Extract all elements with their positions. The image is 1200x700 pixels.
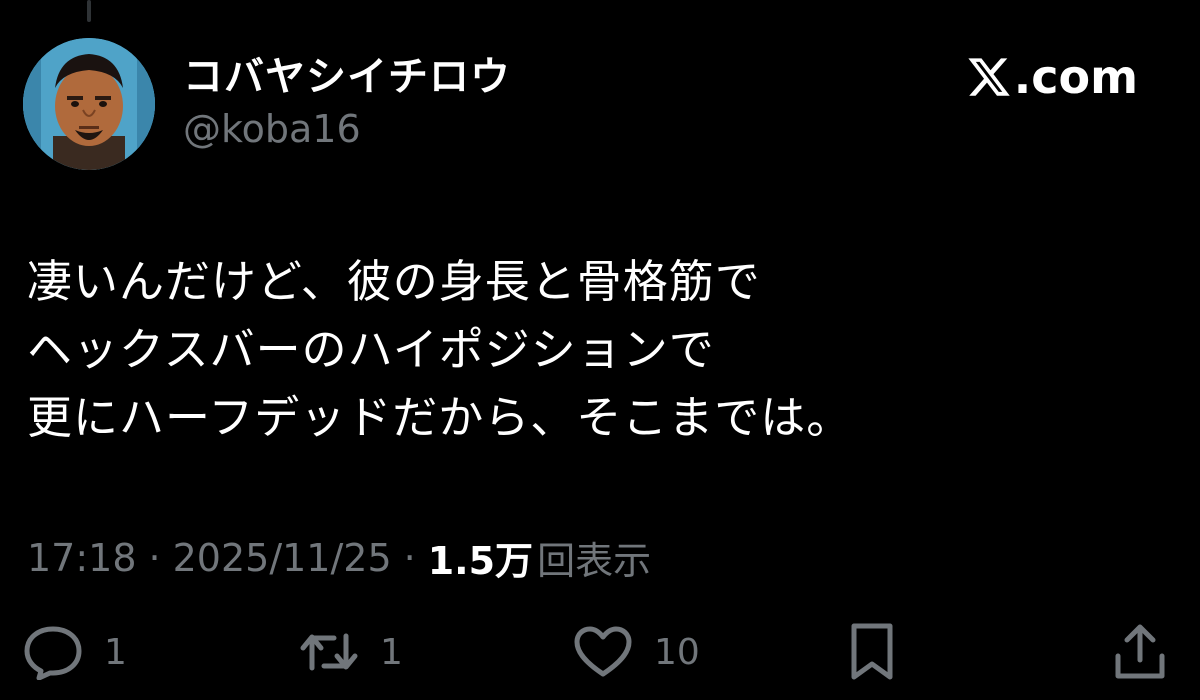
thread-connector-line bbox=[87, 0, 91, 22]
views-count: 1.5万 bbox=[427, 539, 534, 583]
repost-button[interactable]: 1 bbox=[298, 620, 403, 684]
repost-icon bbox=[300, 633, 358, 671]
tweet-time[interactable]: 17:18 bbox=[27, 536, 137, 580]
author-display-name[interactable]: コバヤシイチロウ bbox=[183, 44, 511, 102]
meta-separator: · bbox=[403, 535, 416, 580]
author-handle[interactable]: @koba16 bbox=[183, 107, 361, 151]
views-label: 回表示 bbox=[537, 539, 652, 583]
share-icon bbox=[1115, 624, 1165, 679]
reply-button[interactable]: 1 bbox=[22, 620, 127, 684]
tweet-body: 凄いんだけど、彼の身長と骨格筋で ヘックスバーのハイポジションで 更にハーフデッ… bbox=[27, 248, 1167, 452]
tweet-date[interactable]: 2025/11/25 bbox=[173, 536, 392, 580]
heart-icon bbox=[574, 626, 632, 677]
reply-icon bbox=[24, 626, 82, 680]
action-bar: 1 1 10 bbox=[0, 620, 1200, 684]
x-logo-icon bbox=[968, 58, 1010, 96]
bookmark-button[interactable] bbox=[848, 620, 896, 684]
tweet-text-line: 更にハーフデッドだから、そこまでは。 bbox=[27, 391, 853, 444]
brand-text: .com bbox=[1013, 50, 1138, 104]
like-count: 10 bbox=[654, 631, 700, 673]
tweet-card: コバヤシイチロウ @koba16 .com 凄いんだけど、彼の身長と骨格筋で ヘ… bbox=[0, 0, 1200, 700]
avatar[interactable] bbox=[23, 38, 155, 170]
tweet-meta: 17:18 · 2025/11/25 · 1.5万 回表示 bbox=[27, 530, 651, 585]
tweet-text-line: ヘックスバーのハイポジションで bbox=[27, 323, 715, 376]
x-com-brand: .com bbox=[966, 50, 1138, 104]
reply-count: 1 bbox=[104, 631, 127, 673]
bookmark-icon bbox=[851, 623, 893, 680]
tweet-text-line: 凄いんだけど、彼の身長と骨格筋で bbox=[27, 255, 761, 308]
like-button[interactable]: 10 bbox=[572, 620, 700, 684]
meta-separator: · bbox=[148, 535, 161, 580]
repost-count: 1 bbox=[380, 631, 403, 673]
share-button[interactable] bbox=[1112, 620, 1168, 684]
